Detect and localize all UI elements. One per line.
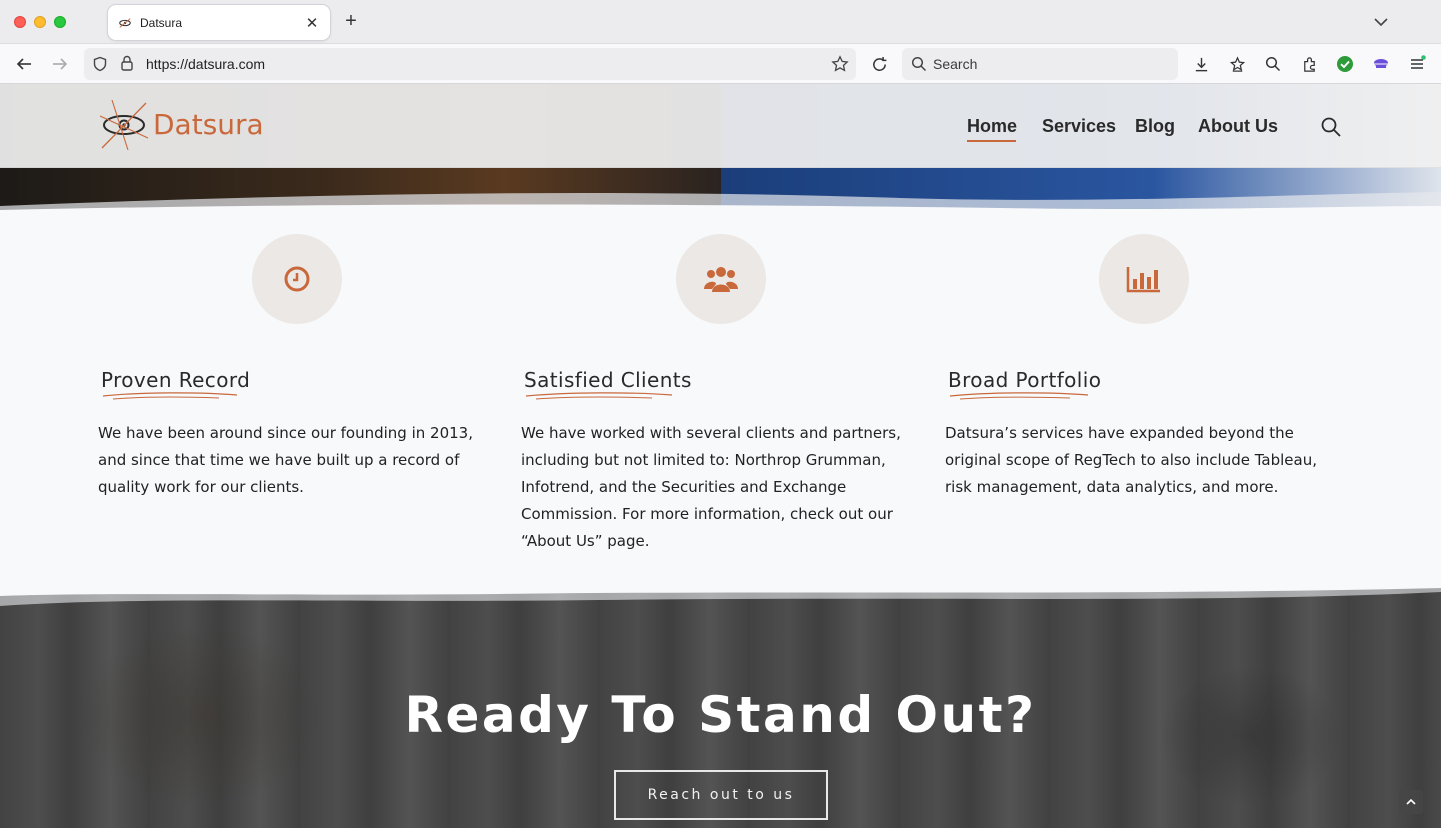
download-icon[interactable] (1190, 53, 1212, 75)
cta-title: Ready To Stand Out? (404, 686, 1037, 744)
site-header: Datsura Home Services Blog About Us (0, 84, 1441, 168)
search-icon (911, 56, 927, 72)
nav-blog[interactable]: Blog (1135, 116, 1175, 137)
nav-services[interactable]: Services (1042, 116, 1116, 137)
zoom-search-icon[interactable] (1262, 53, 1284, 75)
browser-titlebar: Datsura ✕ + (0, 0, 1441, 44)
nav-home[interactable]: Home (967, 116, 1017, 137)
feature-description: We have been around since our founding i… (98, 424, 473, 496)
url-text: https://datsura.com (146, 56, 266, 72)
title-underline-squiggle (949, 392, 1089, 400)
search-placeholder: Search (933, 56, 978, 72)
feature-icon-circle (676, 234, 766, 324)
feature-description: We have worked with several clients and … (521, 424, 901, 550)
feature-title-broad-portfolio: Broad Portfolio (948, 368, 1102, 392)
datsura-favicon-icon (119, 17, 131, 28)
feature-title-proven-record: Proven Record (101, 368, 251, 392)
bar-chart-icon (1126, 267, 1160, 293)
extensions-puzzle-icon[interactable] (1298, 53, 1320, 75)
nav-about-us[interactable]: About Us (1198, 116, 1278, 137)
chevron-up-icon (1406, 798, 1416, 805)
chevron-down-icon[interactable] (1371, 12, 1391, 32)
url-bar[interactable]: https://datsura.com (84, 48, 856, 80)
datsura-logo-icon[interactable] (98, 98, 152, 152)
hero-wave-divider (0, 192, 1441, 214)
vpn-extension-icon[interactable] (1370, 53, 1392, 75)
new-tab-button[interactable]: + (340, 10, 362, 34)
cta-wave-divider (0, 586, 1441, 606)
minimize-window-button[interactable] (34, 16, 46, 28)
feature-description: Datsura’s services have expanded beyond … (945, 424, 1317, 496)
users-icon (704, 267, 738, 292)
reload-icon[interactable] (868, 53, 890, 75)
clock-icon (284, 266, 310, 292)
title-underline-squiggle (525, 392, 673, 400)
hamburger-menu-icon[interactable] (1406, 53, 1428, 75)
reach-out-button[interactable]: Reach out to us (614, 770, 828, 820)
browser-navbar: https://datsura.com Search (0, 44, 1441, 84)
check-extension-icon[interactable] (1334, 53, 1356, 75)
bookmark-star-icon[interactable] (831, 55, 849, 73)
site-logo-text[interactable]: Datsura (153, 108, 264, 141)
saved-pages-icon[interactable] (1226, 53, 1248, 75)
browser-tab[interactable]: Datsura ✕ (108, 5, 330, 40)
page-viewport: Datsura Home Services Blog About Us Prov… (0, 84, 1441, 828)
scroll-to-top-button[interactable] (1399, 790, 1423, 814)
nav-home-active-underline (967, 140, 1016, 142)
feature-title-satisfied-clients: Satisfied Clients (524, 368, 692, 392)
tab-title: Datsura (140, 15, 183, 30)
forward-arrow-icon[interactable] (49, 53, 71, 75)
title-underline-squiggle (102, 392, 238, 400)
site-search-icon[interactable] (1320, 116, 1342, 138)
cta-section: Ready To Stand Out? Reach out to us (0, 586, 1441, 828)
browser-search-bar[interactable]: Search (902, 48, 1178, 80)
zoom-window-button[interactable] (54, 16, 66, 28)
shield-icon[interactable] (92, 56, 108, 72)
feature-icon-circle (1099, 234, 1189, 324)
back-arrow-icon[interactable] (13, 53, 35, 75)
feature-icon-circle (252, 234, 342, 324)
close-window-button[interactable] (14, 16, 26, 28)
lock-icon[interactable] (120, 55, 134, 72)
close-tab-icon[interactable]: ✕ (304, 14, 320, 32)
